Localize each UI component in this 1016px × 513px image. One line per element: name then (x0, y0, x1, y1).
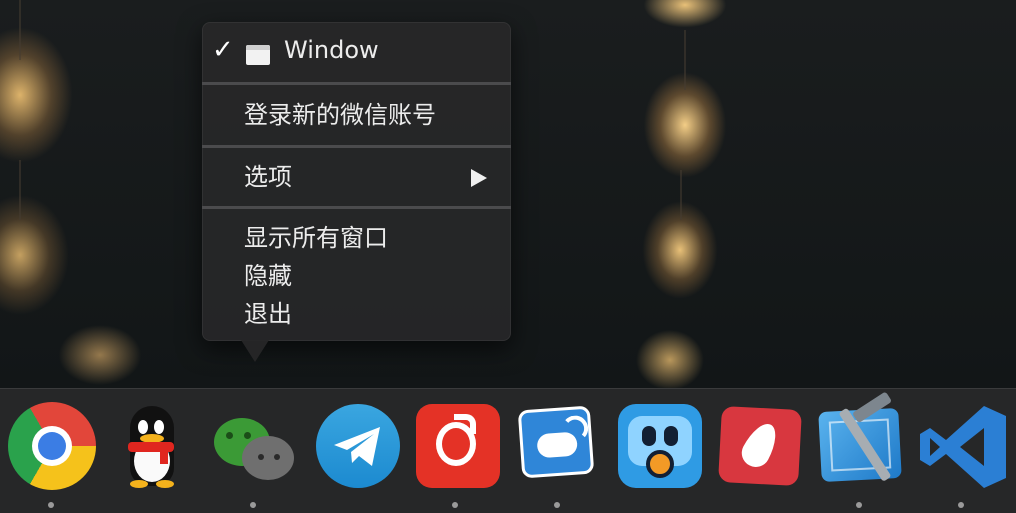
netease-music-icon (416, 404, 500, 488)
menu-separator (202, 206, 511, 209)
menu-item-window-label: Window (284, 36, 379, 64)
menu-item-quit-label: 退出 (244, 300, 292, 328)
running-indicator (554, 502, 560, 508)
window-icon (246, 45, 270, 65)
xcode-icon (818, 391, 902, 483)
dock-item-chat-app[interactable] (512, 402, 600, 490)
dock-item-red-leaf-app[interactable] (714, 402, 802, 490)
dock-item-chrome[interactable] (0, 402, 96, 490)
running-indicator (856, 502, 862, 508)
dock-item-netease-music[interactable] (412, 402, 500, 490)
checkmark-icon: ✓ (212, 35, 234, 65)
wallpaper-cord (19, 160, 21, 220)
menu-item-login-new-account-label: 登录新的微信账号 (244, 101, 436, 129)
running-indicator (250, 502, 256, 508)
chrome-icon (8, 402, 96, 490)
menu-item-hide[interactable]: 隐藏 (202, 258, 511, 294)
telegram-icon (316, 404, 400, 488)
dock-context-menu: ✓ Window 登录新的微信账号 选项 显示所有窗口 隐藏 退出 (202, 22, 511, 341)
menu-item-window[interactable]: ✓ Window (202, 32, 511, 68)
dock-item-vscode[interactable] (914, 402, 1006, 492)
menu-item-show-all-windows[interactable]: 显示所有窗口 (202, 220, 511, 256)
menu-separator (202, 82, 511, 85)
running-indicator (452, 502, 458, 508)
menu-item-options[interactable]: 选项 (202, 159, 511, 195)
wallpaper-cord (684, 30, 686, 90)
wallpaper-cord (19, 0, 21, 60)
menu-pointer-arrow (241, 340, 269, 362)
blue-chat-icon (517, 405, 595, 479)
vscode-icon (918, 402, 1006, 492)
wallpaper-cord (680, 170, 682, 220)
running-indicator (48, 502, 54, 508)
dock-item-tweetbot[interactable] (614, 402, 702, 490)
menu-item-hide-label: 隐藏 (244, 262, 292, 290)
running-indicator (958, 502, 964, 508)
menu-item-options-label: 选项 (244, 163, 292, 191)
dock-item-xcode[interactable] (814, 391, 902, 490)
dock-item-telegram[interactable] (310, 402, 400, 490)
dock (0, 388, 1016, 513)
menu-item-login-new-account[interactable]: 登录新的微信账号 (202, 97, 511, 133)
qq-penguin-icon (126, 406, 178, 488)
menu-item-show-all-windows-label: 显示所有窗口 (244, 224, 388, 252)
menu-item-quit[interactable]: 退出 (202, 296, 511, 332)
dock-item-qq[interactable] (106, 402, 194, 490)
wechat-icon (208, 402, 296, 490)
red-leaf-icon (718, 405, 802, 487)
dock-item-wechat[interactable] (208, 402, 296, 490)
submenu-arrow-icon (471, 169, 487, 187)
tweetbot-icon (618, 404, 702, 488)
menu-separator (202, 145, 511, 148)
